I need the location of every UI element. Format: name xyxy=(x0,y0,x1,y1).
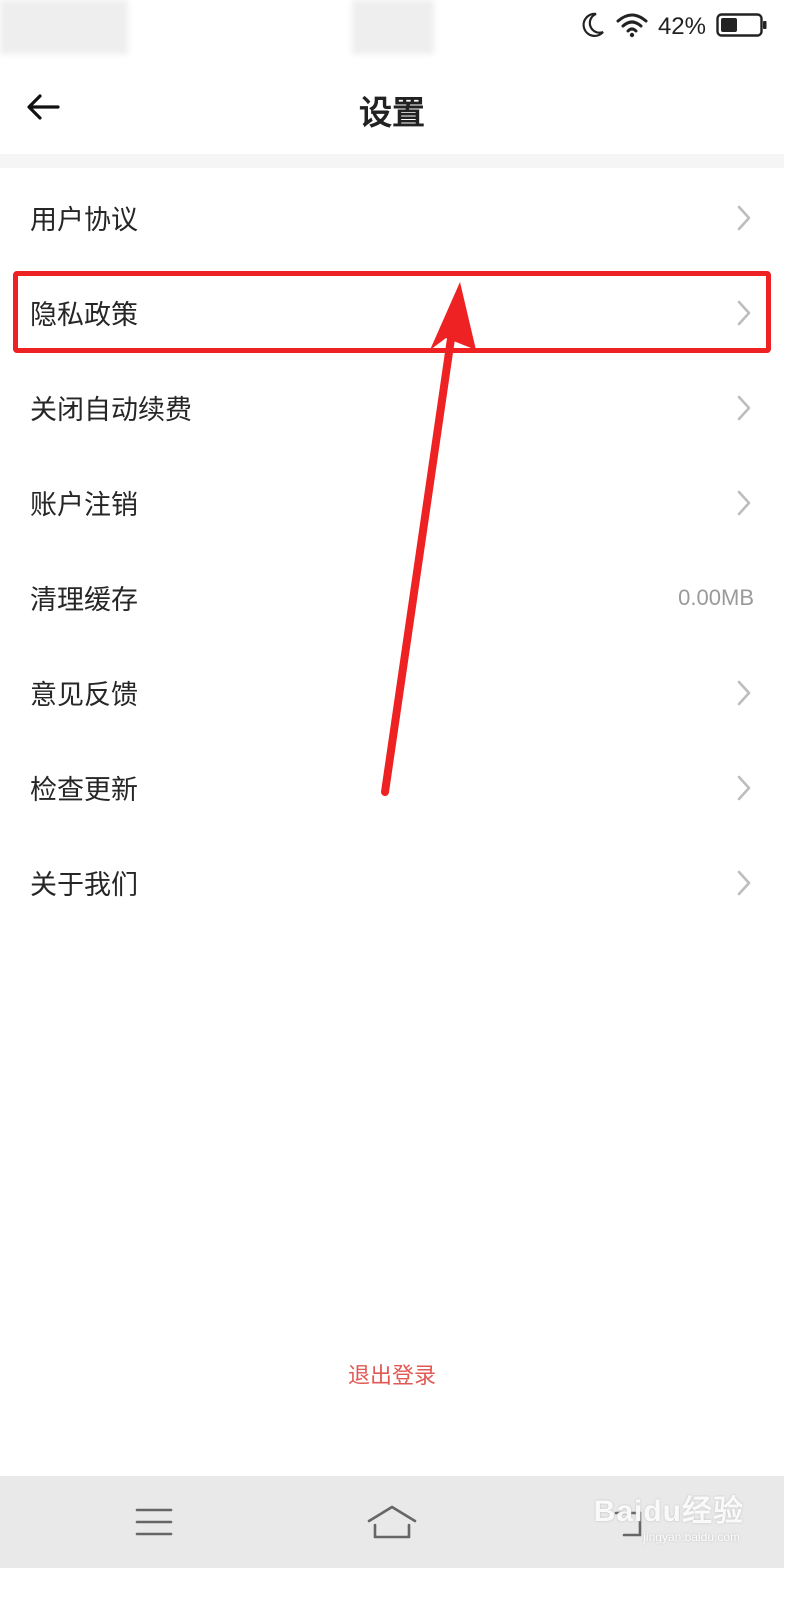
menu-icon xyxy=(135,1508,173,1536)
status-bar: 42% xyxy=(0,0,784,56)
cache-size-value: 0.00MB xyxy=(678,584,754,610)
section-divider xyxy=(0,154,784,168)
watermark-url: jingyan.baidu.com xyxy=(643,1530,740,1544)
watermark-logo: Baidu经验 xyxy=(593,1495,744,1528)
blurred-area xyxy=(0,0,128,54)
setting-check-update[interactable]: 检查更新 xyxy=(0,740,784,835)
battery-percent: 42% xyxy=(657,13,706,40)
blurred-area xyxy=(352,0,434,54)
status-icons: 42% xyxy=(580,10,768,44)
logout-button[interactable]: 退出登录 xyxy=(0,1358,784,1390)
battery-icon xyxy=(716,12,768,42)
setting-label: 账户注销 xyxy=(30,490,138,521)
setting-about-us[interactable]: 关于我们 xyxy=(0,835,784,930)
moon-icon xyxy=(580,11,606,43)
setting-user-agreement[interactable]: 用户协议 xyxy=(0,170,784,265)
menu-button[interactable] xyxy=(126,1500,182,1544)
setting-label: 关于我们 xyxy=(30,870,138,901)
chevron-right-icon xyxy=(737,870,751,896)
settings-list: 用户协议 隐私政策 关闭自动续费 账户注销 清理缓存 0.00MB 意见反馈 检… xyxy=(0,170,784,930)
chevron-right-icon xyxy=(737,680,751,706)
setting-label: 清理缓存 xyxy=(30,585,138,616)
chevron-right-icon xyxy=(737,395,751,421)
setting-label: 检查更新 xyxy=(30,775,138,806)
wifi-icon xyxy=(616,12,648,42)
home-icon xyxy=(367,1505,417,1539)
chevron-right-icon xyxy=(737,300,751,326)
chevron-right-icon xyxy=(737,775,751,801)
chevron-right-icon xyxy=(737,490,751,516)
page-title: 设置 xyxy=(359,93,425,132)
setting-label: 用户协议 xyxy=(30,205,138,236)
setting-delete-account[interactable]: 账户注销 xyxy=(0,455,784,550)
setting-label: 关闭自动续费 xyxy=(30,395,192,426)
battery-fill xyxy=(721,18,737,32)
setting-label: 意见反馈 xyxy=(30,680,138,711)
setting-label: 隐私政策 xyxy=(30,300,138,331)
setting-cancel-auto-renew[interactable]: 关闭自动续费 xyxy=(0,360,784,455)
setting-feedback[interactable]: 意见反馈 xyxy=(0,645,784,740)
setting-privacy-policy[interactable]: 隐私政策 xyxy=(0,265,784,360)
setting-clear-cache[interactable]: 清理缓存 0.00MB xyxy=(0,550,784,645)
chevron-right-icon xyxy=(737,205,751,231)
home-button[interactable] xyxy=(364,1500,420,1544)
header: 设置 xyxy=(0,56,784,156)
